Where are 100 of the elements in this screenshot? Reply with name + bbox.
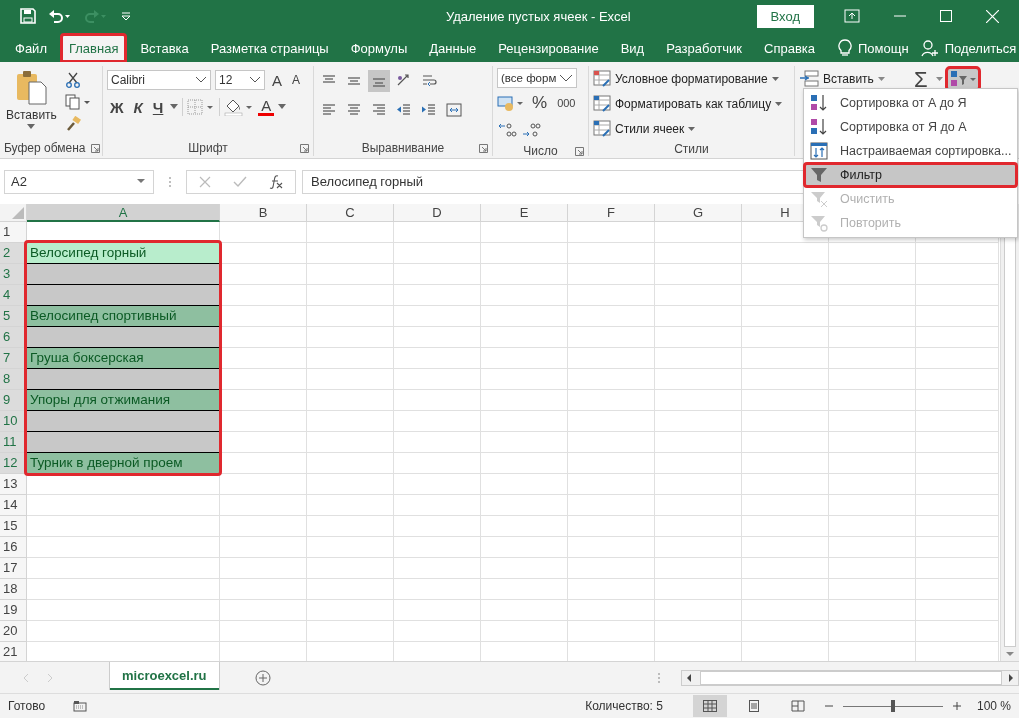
drag-handle-icon[interactable] (168, 175, 172, 188)
custom-sort-icon (810, 142, 828, 160)
column-header[interactable]: D (394, 204, 481, 222)
dialog-launcher-icon[interactable] (91, 143, 100, 153)
fill-color-icon[interactable] (224, 98, 255, 116)
font-color-button[interactable]: A (258, 98, 275, 116)
ribbon-tab[interactable]: Формулы (342, 34, 416, 62)
column-header[interactable]: A (27, 204, 220, 222)
column-header[interactable]: G (655, 204, 742, 222)
row-header[interactable]: 21 (0, 642, 27, 661)
close-icon[interactable] (986, 9, 999, 23)
sheet-tab[interactable]: microexcel.ru (110, 662, 219, 690)
customize-caret-icon[interactable] (120, 10, 132, 22)
styles-menu-button[interactable]: Форматировать как таблицу (593, 93, 783, 115)
vertical-scrollbar[interactable] (1000, 204, 1019, 661)
row-header[interactable]: 20 (0, 621, 27, 642)
scroll-left-icon[interactable] (685, 673, 692, 682)
maximize-icon[interactable] (940, 10, 952, 22)
styles-menu-button[interactable]: Стили ячеек (593, 118, 696, 140)
ribbon-tab[interactable]: Главная (60, 34, 127, 62)
zoom-level[interactable]: 100 % (976, 699, 1011, 713)
decrease-decimal-icon[interactable] (521, 121, 541, 139)
currency-icon[interactable] (497, 94, 525, 112)
thousands-separator-button[interactable]: 000 (554, 97, 579, 109)
font-style-button[interactable]: Ч (149, 98, 167, 116)
ribbon-tab[interactable]: Файл (7, 34, 55, 62)
column-header[interactable]: F (568, 204, 655, 222)
column-header[interactable]: B (220, 204, 307, 222)
row-header[interactable]: 13 (0, 474, 27, 495)
format-painter-icon[interactable] (64, 116, 81, 132)
sort-filter-button[interactable] (946, 68, 979, 90)
horizontal-scrollbar[interactable] (680, 669, 1019, 686)
number-format-field[interactable]: (все форм (497, 68, 577, 88)
font-name-field[interactable]: Calibri (107, 70, 211, 90)
ribbon-tab[interactable]: Разработчик (658, 34, 750, 62)
ribbon-tab[interactable]: Данные (421, 34, 485, 62)
font-size-field[interactable]: 12 (215, 70, 265, 90)
cancel-icon[interactable] (199, 175, 211, 188)
caret-icon[interactable] (278, 104, 287, 110)
ribbon-tab[interactable]: Вставка (132, 34, 197, 62)
menu-item[interactable]: Сортировка от Я до А (804, 115, 1017, 139)
percent-button[interactable]: % (529, 93, 551, 113)
menu-item[interactable]: Сортировка от А до Я (804, 91, 1017, 115)
scrollbar-thumb[interactable] (699, 670, 1002, 685)
sign-in-button[interactable]: Вход (756, 4, 814, 28)
shrink-font-button[interactable]: A (289, 73, 304, 87)
drag-handle-icon[interactable] (656, 671, 661, 684)
borders-icon[interactable] (187, 99, 216, 115)
row-header[interactable]: 16 (0, 537, 27, 558)
group-label: Стили (674, 142, 709, 156)
caret-icon[interactable] (935, 76, 943, 82)
zoom-slider-thumb[interactable] (890, 700, 895, 712)
row-header[interactable]: 18 (0, 579, 27, 600)
ribbon-tab[interactable]: Разметка страницы (202, 34, 337, 62)
styles-menu-button[interactable]: Условное форматирование (593, 68, 779, 90)
caret-icon (877, 76, 885, 82)
menu-item[interactable]: Фильтр (804, 163, 1017, 187)
dialog-launcher-icon[interactable] (479, 143, 488, 153)
insert-cells-button[interactable]: Вставить (799, 68, 885, 90)
scroll-right-icon[interactable] (1008, 673, 1014, 682)
macro-record-icon[interactable] (73, 700, 87, 712)
caret-icon[interactable] (170, 104, 179, 110)
column-header[interactable]: C (307, 204, 394, 222)
caret-icon (688, 126, 696, 132)
font-style-button[interactable]: Ж (107, 98, 127, 116)
undo-icon[interactable] (48, 8, 72, 24)
ribbon-tab[interactable]: Вид (612, 34, 653, 62)
save-icon[interactable] (20, 8, 36, 24)
lightbulb-icon (838, 39, 852, 57)
dialog-launcher-icon[interactable] (300, 143, 309, 153)
paste-button[interactable]: Вставить (4, 68, 59, 132)
name-box[interactable]: A2 (4, 169, 154, 194)
share-button[interactable]: Поделиться (944, 40, 1017, 56)
row-header[interactable]: 15 (0, 516, 27, 537)
add-sheet-icon[interactable] (254, 669, 271, 686)
font-style-button[interactable]: К (130, 98, 146, 116)
row-header[interactable]: 1 (0, 222, 27, 243)
copy-icon[interactable] (64, 94, 91, 110)
row-header[interactable]: 14 (0, 495, 27, 516)
row-header[interactable]: 17 (0, 558, 27, 579)
ribbon-tab[interactable]: Справка (756, 34, 823, 62)
zoom-out-icon[interactable] (824, 702, 833, 710)
column-header[interactable]: E (481, 204, 568, 222)
ribbon-tab[interactable]: Рецензирование (490, 34, 607, 62)
ribbon-display-icon[interactable] (844, 9, 860, 23)
insert-function-icon[interactable] (269, 174, 283, 189)
row-header[interactable]: 19 (0, 600, 27, 621)
cut-icon[interactable] (64, 72, 81, 88)
scroll-down-icon[interactable] (1006, 651, 1014, 657)
grow-font-button[interactable]: A (269, 71, 285, 89)
checkmark-icon[interactable] (233, 175, 247, 188)
tell-me-field[interactable]: Помощн (858, 40, 909, 56)
autosum-button[interactable]: Σ (904, 68, 932, 90)
view-button[interactable] (692, 695, 727, 717)
triangle-icon (12, 207, 24, 219)
increase-decimal-icon[interactable] (497, 121, 517, 139)
zoom-in-icon[interactable] (952, 702, 961, 710)
group-label: Шрифт (188, 141, 228, 155)
caret-icon (137, 179, 145, 184)
dialog-launcher-icon[interactable] (575, 146, 584, 156)
